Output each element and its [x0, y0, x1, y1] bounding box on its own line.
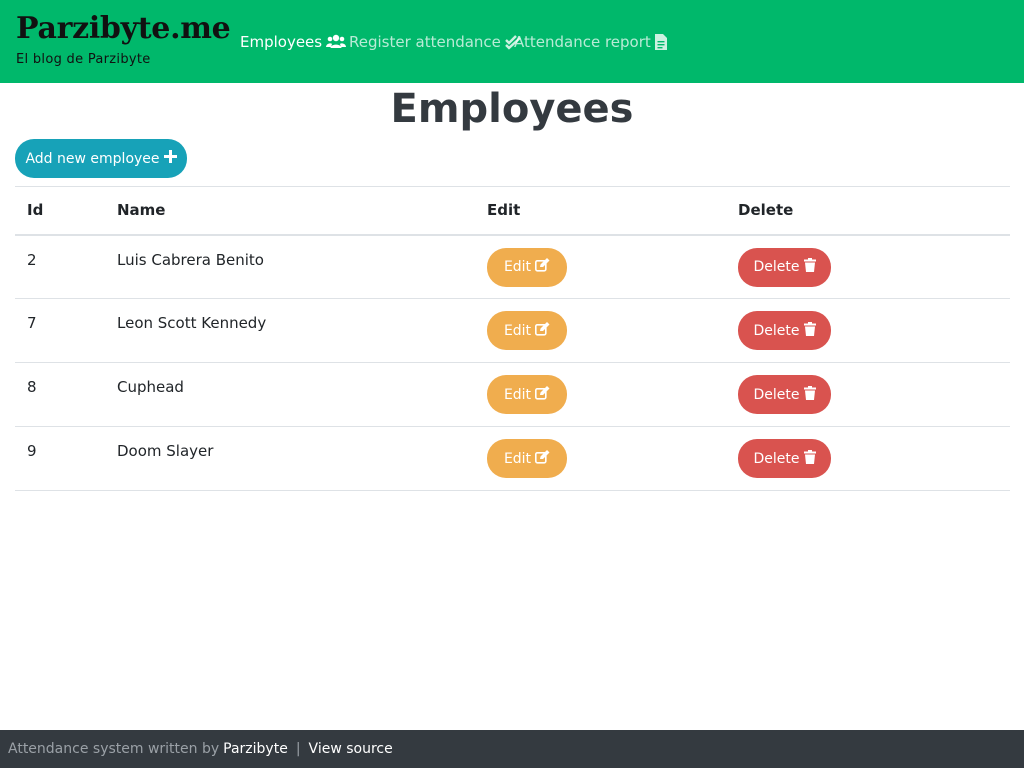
employee-name: Doom Slayer — [105, 426, 475, 491]
edit-label: Edit — [503, 322, 532, 339]
footer-separator: | — [295, 741, 301, 757]
trash-icon — [803, 321, 816, 340]
edit-button[interactable]: Edit — [487, 375, 567, 414]
delete-label: Delete — [753, 450, 800, 467]
edit-icon — [535, 258, 550, 276]
employee-id: 9 — [15, 426, 105, 491]
column-header-delete: Delete — [726, 186, 1010, 236]
edit-icon — [535, 385, 550, 404]
delete-label: Delete — [753, 259, 800, 275]
column-header-name: Name — [105, 186, 475, 236]
trash-icon — [803, 385, 816, 404]
edit-icon — [535, 449, 550, 468]
brand[interactable]: Parzibyte.me El blog de Parzibyte — [16, 10, 231, 69]
delete-button[interactable]: Delete — [738, 247, 831, 287]
brand-title[interactable]: Parzibyte.me — [16, 10, 231, 48]
brand-subtitle: El blog de Parzibyte — [16, 52, 151, 67]
table-row: 7 Leon Scott Kennedy Edit Delete — [15, 298, 1010, 363]
edit-button[interactable]: Edit — [487, 311, 567, 350]
delete-label: Delete — [753, 386, 800, 403]
nav-employees-label: Employees — [240, 33, 323, 51]
column-header-edit: Edit — [475, 186, 726, 236]
table-header-row: Id Name Edit Delete — [15, 186, 1010, 236]
employee-id: 7 — [15, 298, 105, 363]
employee-name: Luis Cabrera Benito — [105, 234, 475, 299]
employees-table: Id Name Edit Delete 2 Luis Cabrera Benit… — [15, 186, 1010, 491]
table-row: 8 Cuphead Edit Delete — [15, 362, 1010, 427]
edit-button[interactable]: Edit — [487, 439, 567, 478]
nav-attendance-report-label: Attendance report — [514, 33, 651, 51]
employee-id: 8 — [15, 362, 105, 427]
employee-id: 2 — [15, 234, 105, 299]
delete-button[interactable]: Delete — [738, 375, 831, 414]
edit-label: Edit — [503, 386, 532, 403]
employee-name: Cuphead — [105, 362, 475, 427]
edit-button[interactable]: Edit — [487, 247, 567, 287]
nav-employees[interactable]: Employees — [240, 31, 347, 53]
delete-button[interactable]: Delete — [738, 439, 831, 478]
delete-button[interactable]: Delete — [738, 311, 831, 350]
edit-label: Edit — [503, 450, 532, 467]
top-navbar: Parzibyte.me El blog de Parzibyte Employ… — [0, 0, 1024, 83]
edit-icon — [535, 321, 550, 340]
nav-register-attendance-label: Register attendance — [349, 33, 501, 51]
delete-label: Delete — [753, 322, 800, 339]
nav-register-attendance[interactable]: Register attendance — [349, 31, 521, 53]
footer-text: Attendance system written by — [8, 741, 220, 757]
trash-icon — [803, 258, 816, 276]
add-employee-button[interactable]: Add new employee — [15, 139, 187, 178]
users-icon — [326, 34, 347, 50]
table-row: 9 Doom Slayer Edit Delete — [15, 426, 1010, 491]
add-employee-label: Add new employee — [25, 150, 160, 167]
edit-label: Edit — [503, 259, 532, 275]
trash-icon — [803, 449, 816, 468]
view-source-link[interactable]: View source — [309, 741, 393, 757]
footer: Attendance system written by Parzibyte |… — [0, 730, 1024, 768]
author-link[interactable]: Parzibyte — [223, 741, 288, 757]
table-row: 2 Luis Cabrera Benito Edit Delete — [15, 234, 1010, 299]
file-icon — [654, 34, 667, 50]
column-header-id: Id — [15, 186, 105, 236]
employee-name: Leon Scott Kennedy — [105, 298, 475, 363]
plus-icon — [163, 150, 177, 167]
page-title: Employees — [390, 86, 634, 132]
nav-attendance-report[interactable]: Attendance report — [514, 31, 667, 53]
